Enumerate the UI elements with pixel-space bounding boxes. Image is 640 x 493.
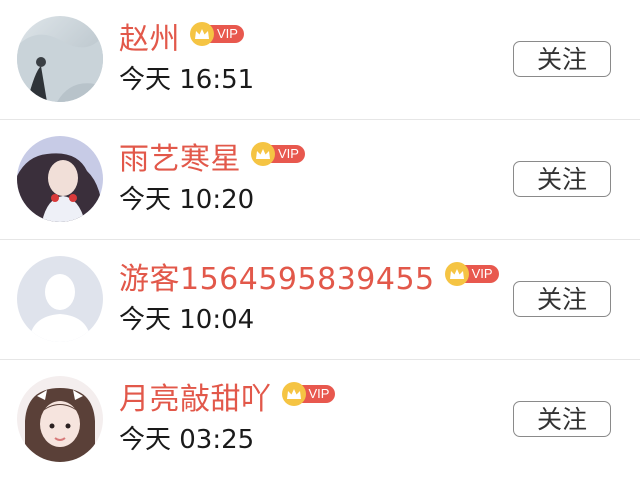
timestamp: 今天 03:25 (119, 425, 255, 455)
list-item[interactable]: 游客1564595839455 VIP 今天 10:04 关注 (0, 240, 640, 360)
vip-badge: VIP (251, 142, 305, 166)
crown-icon (190, 22, 214, 46)
default-avatar-icon (17, 256, 103, 342)
user-name[interactable]: 赵州 (119, 20, 180, 60)
user-name[interactable]: 游客1564595839455 (119, 260, 435, 300)
avatar[interactable] (17, 256, 103, 342)
user-list: 赵州 VIP 今天 16:51 关注 雨艺寒星 VIP 今天 10:20 关注 … (0, 0, 640, 490)
timestamp: 今天 16:51 (119, 65, 255, 95)
follow-button[interactable]: 关注 (513, 281, 611, 317)
follow-button[interactable]: 关注 (513, 41, 611, 77)
list-item[interactable]: 雨艺寒星 VIP 今天 10:20 关注 (0, 120, 640, 240)
crown-icon (281, 382, 306, 406)
list-item[interactable]: 月亮敲甜吖 VIP 今天 03:25 关注 (0, 360, 640, 490)
user-name[interactable]: 月亮敲甜吖 (119, 380, 272, 420)
user-name[interactable]: 雨艺寒星 (119, 140, 241, 180)
avatar[interactable] (17, 376, 103, 462)
list-item[interactable]: 赵州 VIP 今天 16:51 关注 (0, 0, 640, 120)
photo-avatar-icon (17, 16, 103, 102)
crown-icon (444, 262, 469, 286)
avatar[interactable] (17, 136, 103, 222)
follow-button[interactable]: 关注 (513, 161, 611, 197)
timestamp: 今天 10:20 (119, 185, 255, 215)
photo-avatar-icon (17, 136, 103, 222)
follow-button[interactable]: 关注 (513, 401, 611, 437)
vip-badge: VIP (281, 382, 336, 406)
vip-badge: VIP (444, 262, 499, 286)
timestamp: 今天 10:04 (119, 305, 255, 335)
photo-avatar-icon (17, 376, 103, 462)
crown-icon (251, 142, 275, 166)
avatar[interactable] (17, 16, 103, 102)
vip-badge: VIP (190, 22, 244, 46)
